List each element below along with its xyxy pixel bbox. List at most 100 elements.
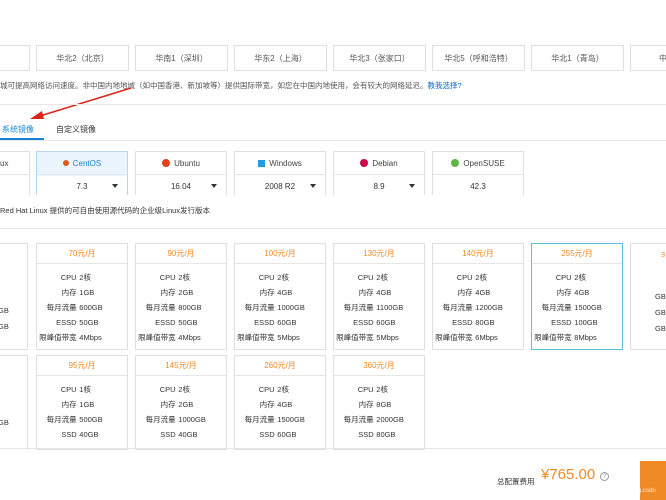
plan-card-partial-left[interactable]: GB GB — [0, 243, 28, 350]
os-card-partial[interactable]: ux — [0, 151, 30, 196]
os-head: ux — [0, 152, 29, 175]
spec-value: 2核 — [376, 273, 388, 282]
plan-price: 145元/月 — [136, 356, 226, 376]
plan-card[interactable]: 260元/月 CPU 2核 内存 4GB 每月流量 1500GB SSD 60GB — [234, 355, 326, 450]
os-card-debian[interactable]: Debian 8.9 — [333, 151, 425, 196]
plan-price: 140元/月 — [433, 244, 523, 264]
spec-value: 1GB — [79, 400, 95, 409]
spec-value: 4GB — [277, 288, 293, 297]
spec-row-traffic: 每月流量 800GB — [136, 302, 226, 313]
spec-label: CPU — [60, 273, 77, 282]
plan-card[interactable]: 95元/月 CPU 1核 内存 1GB 每月流量 500GB SSD 40GB — [36, 355, 128, 450]
spec-value: 500GB — [79, 415, 103, 424]
region-label: 中 — [659, 53, 666, 63]
region-label: 华北5（呼和浩特） — [444, 53, 513, 63]
region-north1-qingdao[interactable]: 华北1（青岛） — [531, 45, 624, 71]
spec-value: 40GB — [178, 430, 198, 439]
plan-card[interactable]: 255元/月 CPU 2核 内存 4GB 每月流量 1500GB ESSD 100GB 限峰值带宽… — [531, 243, 623, 350]
region-partial[interactable] — [0, 45, 30, 71]
spec-row-traffic: 每月流量 1100GB — [334, 302, 424, 313]
region-partial-right[interactable]: 中 — [630, 45, 666, 71]
spec-value: 2核 — [178, 385, 190, 394]
section-divider — [0, 104, 666, 105]
region-north3-zhangjiakou[interactable]: 华北3（张家口） — [333, 45, 426, 71]
spec-value: 1000GB — [178, 415, 206, 424]
region-south1-shenzhen[interactable]: 华南1（深圳） — [135, 45, 228, 71]
spec-label: CPU — [60, 385, 77, 394]
spec-row-disk: SSD 40GB — [37, 429, 127, 440]
spec-value: 50GB — [79, 318, 99, 327]
plan-card-partial-left-2[interactable]: GB — [0, 355, 28, 450]
spec-label: 限峰值带宽 — [336, 333, 374, 342]
buy-button[interactable] — [640, 461, 666, 500]
plan-card[interactable]: 360元/月 CPU 2核 内存 8GB 每月流量 2000GB SSD 80GB — [333, 355, 425, 450]
spec-value: 2核 — [376, 385, 388, 394]
spec-value: 600GB — [79, 303, 103, 312]
os-card-ubuntu[interactable]: Ubuntu 16.04 — [135, 151, 227, 196]
spec-label: CPU — [357, 385, 374, 394]
spec-row-bw: 限峰值带宽 5Mbps — [334, 332, 424, 343]
plan-price: 90元/月 — [136, 244, 226, 264]
plan-price: 3 — [661, 250, 666, 259]
help-choose-link[interactable]: 教我选择? — [428, 81, 462, 90]
spec-label: 每月流量 — [343, 415, 374, 424]
spec-row-cpu: CPU 2核 — [334, 272, 424, 283]
opensuse-icon — [451, 159, 460, 167]
spec-row-disk: SSD 40GB — [136, 429, 226, 440]
spec-label: ESSD — [551, 318, 572, 327]
partial-text: GB — [0, 322, 9, 331]
spec-label: 内存 — [358, 400, 374, 409]
spec-row-disk: ESSD 60GB — [334, 317, 424, 328]
spec-row-mem: 内存 2GB — [136, 399, 226, 410]
region-north2-beijing[interactable]: 华北2（北京） — [36, 45, 129, 71]
os-version: 2008 R2 — [264, 181, 296, 191]
chevron-down-icon — [211, 184, 217, 188]
spec-value: 1500GB — [574, 303, 602, 312]
os-version-select[interactable]: 8.9 — [334, 176, 424, 196]
spec-label: CPU — [159, 385, 176, 394]
spec-label: SSD — [259, 430, 275, 439]
plan-price: 100元/月 — [235, 244, 325, 264]
spec-value: 60GB — [277, 430, 297, 439]
os-version-select[interactable]: 2008 R2 — [235, 176, 325, 196]
spec-label: 内存 — [160, 400, 176, 409]
chevron-down-icon — [310, 184, 316, 188]
plan-card[interactable]: 70元/月 CPU 2核 内存 1GB 每月流量 600GB ESSD 50GB 限峰值带宽 4Mb… — [36, 243, 128, 350]
plan-price: 95元/月 — [37, 356, 127, 376]
plan-card[interactable]: 100元/月 CPU 2核 内存 4GB 每月流量 1000GB ESSD 60GB 限峰值带宽 5… — [234, 243, 326, 350]
spec-value: 60GB — [376, 318, 396, 327]
plan-card-partial-right[interactable]: 3 GB GB GB — [630, 243, 666, 350]
spec-value: 4GB — [574, 288, 590, 297]
spec-label: 每月流量 — [343, 303, 374, 312]
region-east2-shanghai[interactable]: 华东2（上海） — [234, 45, 327, 71]
spec-value: 1200GB — [475, 303, 503, 312]
tab-custom-image[interactable]: 自定义镜像 — [56, 124, 96, 135]
os-card-opensuse[interactable]: OpenSUSE 42.3 — [432, 151, 524, 196]
os-version-select[interactable]: 42.3 — [433, 176, 523, 196]
spec-value: 4GB — [376, 288, 392, 297]
spec-label: 内存 — [457, 288, 473, 297]
plan-card[interactable]: 145元/月 CPU 2核内存 2GB 每月流量 1000GB SSD 40GB — [135, 355, 227, 450]
region-north5-hohhot[interactable]: 华北5（呼和浩特） — [432, 45, 525, 71]
os-name: ux — [0, 158, 9, 168]
tab-system-image[interactable]: 系统镜像 — [2, 124, 34, 135]
spec-value: 2核 — [277, 273, 289, 282]
os-version-select[interactable]: 16.04 — [136, 176, 226, 196]
os-head: CentOS — [37, 152, 127, 175]
spec-row-bw: 限峰值带宽 4Mbps — [37, 332, 127, 343]
spec-row-traffic: 每月流量 1000GB — [136, 414, 226, 425]
spec-value: 4Mbps — [79, 333, 102, 342]
os-version-select[interactable] — [0, 176, 29, 196]
help-icon[interactable]: ? — [600, 472, 609, 481]
os-card-windows[interactable]: Windows 2008 R2 — [234, 151, 326, 196]
plan-card[interactable]: 130元/月 CPU 2核 内存 4GB 每月流量 1100GB ESSD 60GB 限峰值带宽 5… — [333, 243, 425, 350]
spec-value: 1GB — [79, 288, 95, 297]
os-card-centos[interactable]: CentOS 7.3 — [36, 151, 128, 196]
spec-row-traffic: 每月流量 1000GB — [235, 302, 325, 313]
os-version-select[interactable]: 7.3 — [37, 176, 127, 196]
spec-value: 100GB — [574, 318, 598, 327]
plan-card[interactable]: 140元/月 CPU 2核 内存 4GB 每月流量 1200GB ESSD 80GB 限峰值带宽 6… — [432, 243, 524, 350]
spec-row-disk: ESSD 80GB — [433, 317, 523, 328]
plan-card[interactable]: 90元/月 CPU 2核 内存 2GB 每月流量 800GB ESSD 50GB 限峰值带宽 4Mb… — [135, 243, 227, 350]
spec-label: ESSD — [254, 318, 275, 327]
